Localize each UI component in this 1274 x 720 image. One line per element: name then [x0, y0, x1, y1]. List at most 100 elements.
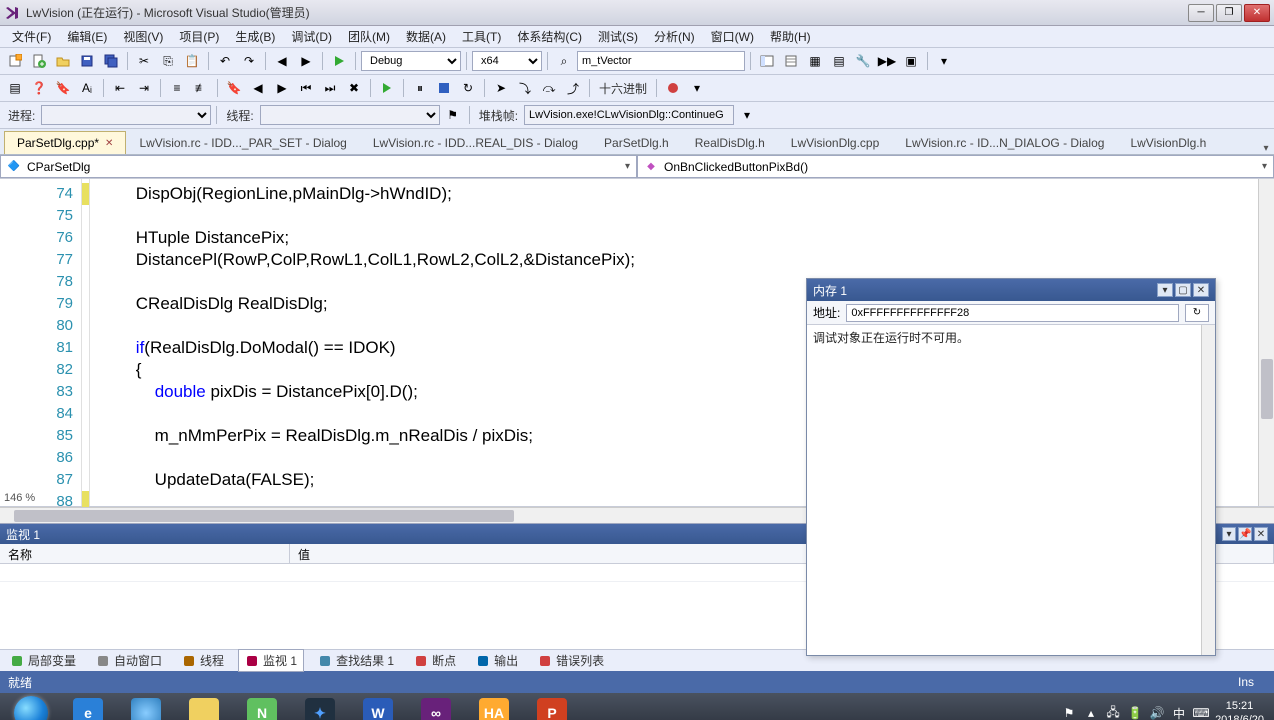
document-tab[interactable]: RealDisDlg.h [682, 131, 778, 154]
menu-item[interactable]: 文件(F) [4, 26, 59, 47]
menu-item[interactable]: 调试(D) [283, 26, 340, 47]
memory-scrollbar[interactable] [1201, 325, 1215, 655]
taskbar-app3[interactable]: ✦ [292, 695, 348, 720]
pause-button[interactable]: ⏸ [409, 77, 431, 99]
tray-ime-icon[interactable]: ⌨ [1193, 705, 1209, 720]
menu-item[interactable]: 窗口(W) [703, 26, 762, 47]
tray-up-icon[interactable]: ▴ [1083, 705, 1099, 720]
breakpoints-window-button[interactable] [662, 77, 684, 99]
bottom-tab[interactable]: 监视 1 [238, 649, 304, 672]
increase-indent-button[interactable]: ⇥ [133, 77, 155, 99]
open-button[interactable] [52, 50, 74, 72]
menu-item[interactable]: 帮助(H) [762, 26, 819, 47]
document-tab[interactable]: ParSetDlg.cpp*✕ [4, 131, 126, 154]
start-page-button[interactable]: ▶▶ [876, 50, 898, 72]
add-item-button[interactable] [28, 50, 50, 72]
bottom-tab[interactable]: 自动窗口 [90, 650, 168, 671]
taskbar-app1[interactable] [118, 695, 174, 720]
tray-clock[interactable]: 15:21 2018/6/20 [1215, 699, 1264, 720]
thread-flag-button[interactable]: ⚑ [442, 104, 464, 126]
thread-combo[interactable] [260, 105, 440, 125]
find-button[interactable]: ⌕ [553, 50, 575, 72]
zoom-level[interactable]: 146 % [4, 492, 35, 504]
taskbar-ie[interactable]: e [60, 695, 116, 720]
stop-button[interactable] [433, 77, 455, 99]
stackframe-combo[interactable] [524, 105, 734, 125]
document-tab[interactable]: LwVision.rc - IDD...REAL_DIS - Dialog [360, 131, 591, 154]
complete-word-button[interactable]: Aᵢ [76, 77, 98, 99]
nav-back-button[interactable]: ◀ [271, 50, 293, 72]
taskbar-app2[interactable]: N [234, 695, 290, 720]
code-line[interactable]: DistancePl(RowP,ColP,RowL1,ColL1,RowL2,C… [98, 249, 1258, 271]
save-all-button[interactable] [100, 50, 122, 72]
tray-volume-icon[interactable]: 🔊 [1149, 705, 1165, 720]
document-tab[interactable]: LwVision.rc - ID...N_DIALOG - Dialog [892, 131, 1117, 154]
menu-item[interactable]: 编辑(E) [59, 26, 115, 47]
bottom-tab[interactable]: 查找结果 1 [312, 650, 400, 671]
start-debug-button[interactable] [328, 50, 350, 72]
platform-combo[interactable]: x64 [472, 51, 542, 71]
taskbar-vs[interactable]: ∞ [408, 695, 464, 720]
next-bookmark-folder-button[interactable]: ⏭ [319, 77, 341, 99]
bookmark-button[interactable]: 🔖 [223, 77, 245, 99]
menu-item[interactable]: 工具(T) [454, 26, 509, 47]
step-into-button[interactable]: ⤵ [514, 77, 536, 99]
properties-button[interactable] [780, 50, 802, 72]
solution-explorer-button[interactable] [756, 50, 778, 72]
config-combo[interactable]: Debug [361, 51, 461, 71]
paste-button[interactable]: 📋 [181, 50, 203, 72]
undo-button[interactable]: ↶ [214, 50, 236, 72]
window-position-button[interactable]: ▾ [1222, 527, 1236, 541]
tray-flag-icon[interactable]: ⚑ [1061, 705, 1077, 720]
member-combo[interactable]: ◆ OnBnClickedButtonPixBd() ▾ [637, 155, 1274, 178]
find-input[interactable] [577, 51, 745, 71]
quick-info-button[interactable]: ❓ [28, 77, 50, 99]
menu-item[interactable]: 生成(B) [227, 26, 283, 47]
document-tab[interactable]: LwVisionDlg.cpp [778, 131, 893, 154]
bottom-tab[interactable]: 局部变量 [4, 650, 82, 671]
memory-panel[interactable]: 内存 1 ▾ ▢ ✕ 地址: ↻ 调试对象正在运行时不可用。 [806, 278, 1216, 656]
menu-item[interactable]: 项目(P) [171, 26, 227, 47]
taskbar-halcon[interactable]: HA [466, 695, 522, 720]
menu-item[interactable]: 数据(A) [398, 26, 454, 47]
clear-bookmarks-button[interactable]: ✖ [343, 77, 365, 99]
stackframe-dropdown-button[interactable]: ▾ [736, 104, 758, 126]
redo-button[interactable]: ↷ [238, 50, 260, 72]
new-project-button[interactable] [4, 50, 26, 72]
class-view-button[interactable]: ▦ [804, 50, 826, 72]
member-list-button[interactable]: ▤ [4, 77, 26, 99]
watch-col-name[interactable]: 名称 [0, 544, 290, 563]
minimize-button[interactable]: ─ [1188, 4, 1214, 22]
debug-dropdown-button[interactable]: ▾ [686, 77, 708, 99]
prev-bookmark-button[interactable]: ◀ [247, 77, 269, 99]
tb-play-button[interactable] [376, 77, 398, 99]
maximize-button[interactable]: ❐ [1216, 4, 1242, 22]
cut-button[interactable]: ✂ [133, 50, 155, 72]
taskbar-word[interactable]: W [350, 695, 406, 720]
window-position-button[interactable]: ▾ [1157, 283, 1173, 297]
vertical-scrollbar[interactable] [1258, 179, 1274, 506]
memory-addr-input[interactable] [846, 304, 1179, 322]
class-combo[interactable]: 🔷 CParSetDlg ▾ [0, 155, 637, 178]
nav-forward-button[interactable]: ▶ [295, 50, 317, 72]
command-window-button[interactable]: ▣ [900, 50, 922, 72]
comment-button[interactable]: ≡ [166, 77, 188, 99]
code-line[interactable]: DispObj(RegionLine,pMainDlg->hWndID); [98, 183, 1258, 205]
memory-refresh-button[interactable]: ↻ [1185, 304, 1209, 322]
pin-button[interactable]: 📌 [1238, 527, 1252, 541]
code-line[interactable] [98, 205, 1258, 227]
document-tab[interactable]: LwVisionDlg.h [1117, 131, 1219, 154]
menu-item[interactable]: 分析(N) [646, 26, 703, 47]
bottom-tab[interactable]: 输出 [470, 650, 524, 671]
document-tab[interactable]: ParSetDlg.h [591, 131, 682, 154]
toolbox-button[interactable]: 🔧 [852, 50, 874, 72]
taskbar-ppt[interactable]: P [524, 695, 580, 720]
taskbar-explorer[interactable] [176, 695, 232, 720]
document-tab[interactable]: LwVision.rc - IDD..._PAR_SET - Dialog [126, 131, 359, 154]
memory-title-bar[interactable]: 内存 1 ▾ ▢ ✕ [807, 279, 1215, 301]
uncomment-button[interactable]: ≢ [190, 77, 212, 99]
bottom-tab[interactable]: 线程 [176, 650, 230, 671]
scrollbar-thumb[interactable] [1261, 359, 1273, 419]
process-combo[interactable] [41, 105, 211, 125]
save-button[interactable] [76, 50, 98, 72]
